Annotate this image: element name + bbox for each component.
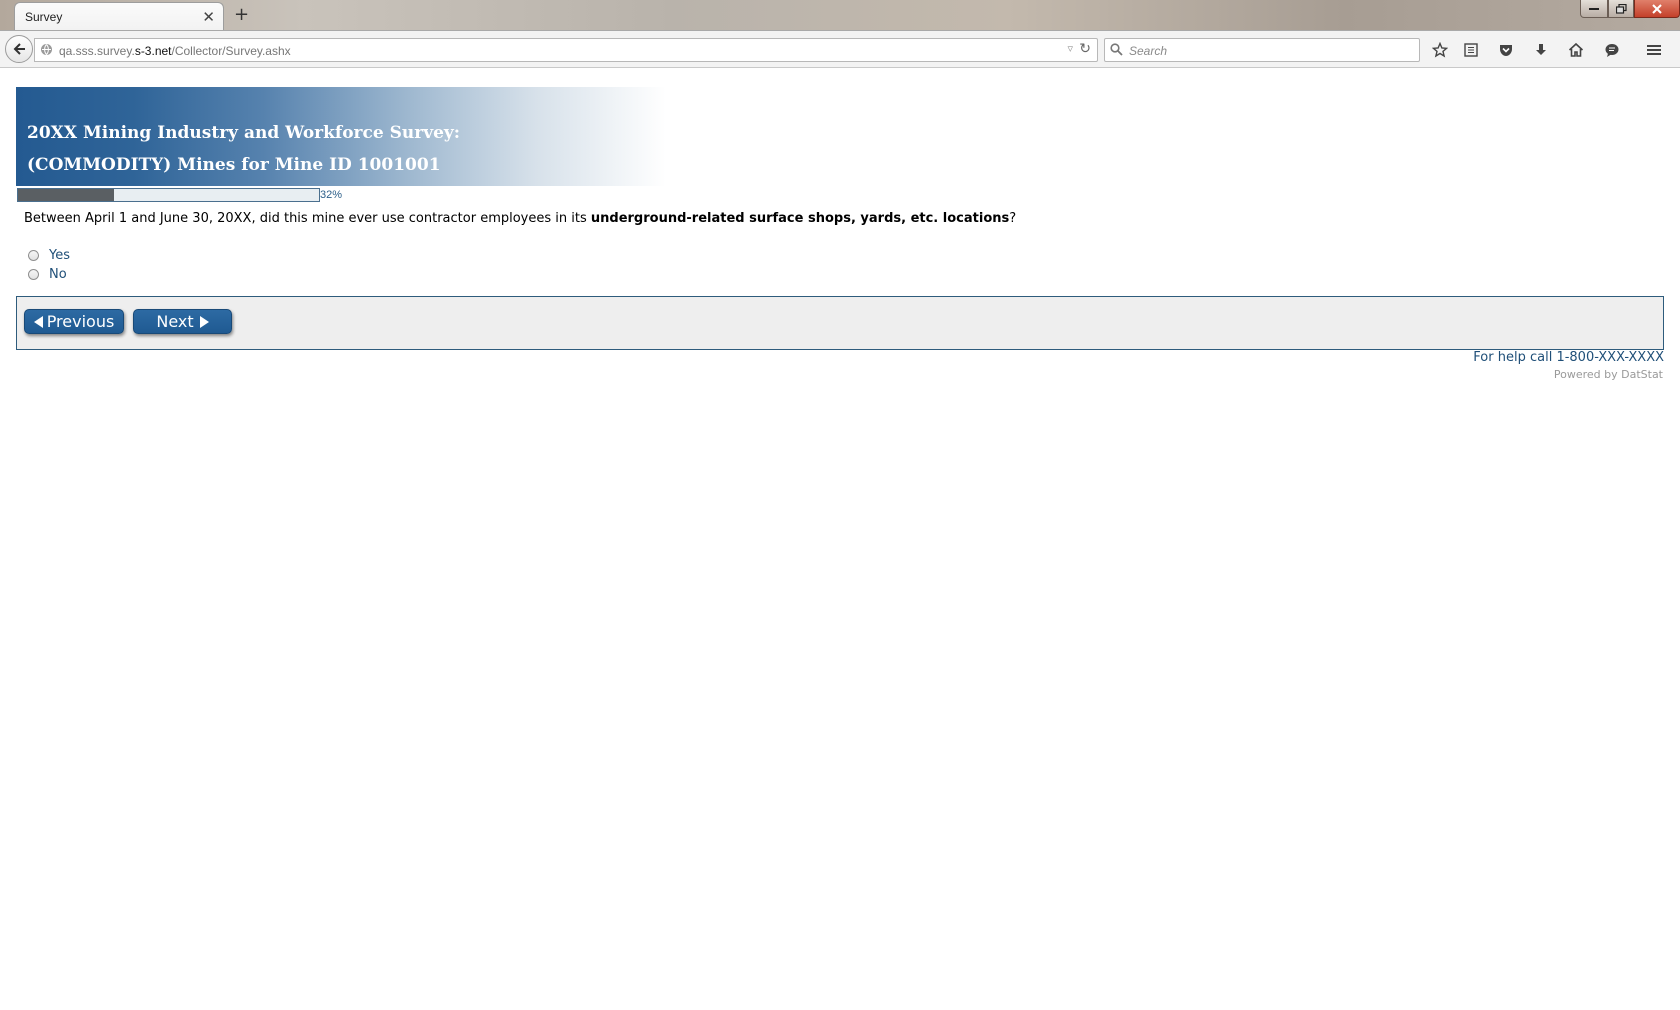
navigation-panel: Previous Next	[16, 296, 1664, 350]
tab-close-icon[interactable]: ✕	[202, 8, 215, 26]
progress-label: 32%	[320, 189, 343, 201]
question-prefix: Between April 1 and June 30, 20XX, did t…	[24, 211, 591, 226]
url-dropdown-icon[interactable]: ▿	[1067, 42, 1073, 55]
browser-toolbar: qa.sss.survey.s-3.net/Collector/Survey.a…	[0, 30, 1680, 68]
previous-button[interactable]: Previous	[24, 309, 124, 334]
radio-no[interactable]	[28, 269, 39, 280]
option-label-yes[interactable]: Yes	[49, 248, 70, 263]
new-tab-icon[interactable]: +	[234, 4, 249, 25]
chat-icon[interactable]	[1601, 39, 1623, 61]
answer-option-no[interactable]: No	[28, 267, 67, 282]
url-path: /Collector/Survey.ashx	[171, 44, 291, 58]
bookmark-star-icon[interactable]	[1429, 39, 1451, 61]
home-icon[interactable]	[1565, 39, 1587, 61]
question-emphasis: underground-related surface shops, yards…	[590, 211, 1010, 226]
pocket-icon[interactable]	[1495, 39, 1517, 61]
progress-bar	[17, 188, 320, 202]
menu-hamburger-icon[interactable]	[1643, 39, 1665, 61]
back-arrow-icon	[13, 43, 25, 55]
survey-title-line1: 20XX Mining Industry and Workforce Surve…	[27, 123, 461, 143]
previous-label: Previous	[46, 312, 115, 331]
question-suffix: ?	[1009, 211, 1017, 226]
globe-icon	[41, 44, 52, 56]
tab-title: Survey	[25, 10, 63, 24]
radio-yes[interactable]	[28, 250, 39, 261]
powered-by-text: Powered by DatStat	[1553, 368, 1663, 381]
url-text: qa.sss.survey.s-3.net/Collector/Survey.a…	[59, 44, 291, 58]
browser-titlebar: Survey ✕ +	[0, 0, 1680, 30]
search-icon	[1110, 43, 1123, 56]
minimize-button[interactable]	[1580, 0, 1608, 18]
progress-fill	[18, 189, 115, 201]
next-button[interactable]: Next	[133, 309, 232, 334]
search-bar[interactable]: Search	[1104, 38, 1420, 62]
survey-title-line2: (COMMODITY) Mines for Mine ID 1001001	[27, 155, 441, 175]
help-text: For help call 1-800-XXX-XXXX	[1473, 350, 1664, 365]
download-icon[interactable]	[1530, 39, 1552, 61]
answer-option-yes[interactable]: Yes	[28, 248, 70, 263]
url-domain: s-3.net	[134, 44, 172, 58]
minimize-icon	[1589, 7, 1599, 10]
window-controls	[1580, 0, 1680, 20]
url-host-prefix: qa.sss.survey.	[59, 44, 135, 58]
question-text: Between April 1 and June 30, 20XX, did t…	[24, 211, 1016, 226]
option-label-no[interactable]: No	[49, 267, 67, 282]
survey-header-banner: 20XX Mining Industry and Workforce Surve…	[16, 87, 666, 186]
close-icon	[1652, 3, 1662, 14]
restore-icon	[1615, 3, 1627, 14]
reload-icon[interactable]: ↻	[1079, 41, 1091, 57]
bookmarks-list-icon[interactable]	[1460, 39, 1482, 61]
restore-button[interactable]	[1608, 0, 1634, 18]
back-button[interactable]	[5, 35, 33, 63]
previous-arrow-icon	[33, 315, 43, 328]
close-window-button[interactable]	[1634, 0, 1680, 18]
address-bar[interactable]: qa.sss.survey.s-3.net/Collector/Survey.a…	[34, 38, 1098, 62]
next-arrow-icon	[199, 315, 209, 328]
browser-tab-survey[interactable]: Survey ✕	[14, 2, 224, 30]
search-placeholder: Search	[1129, 44, 1168, 58]
next-label: Next	[156, 312, 194, 331]
